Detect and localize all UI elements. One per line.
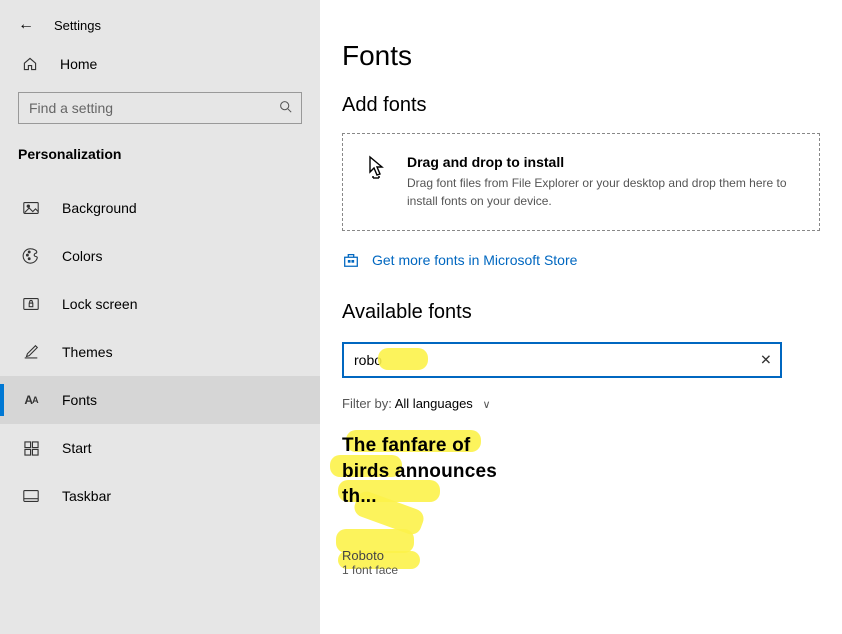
home-nav[interactable]: Home	[0, 48, 320, 80]
chevron-down-icon: ∨	[482, 399, 490, 411]
filter-value: All languages	[395, 396, 473, 411]
sidebar-search-container	[18, 92, 302, 124]
page-title: Fonts	[342, 40, 820, 72]
cursor-drop-icon	[363, 154, 391, 210]
drop-title: Drag and drop to install	[407, 154, 799, 170]
start-icon	[22, 439, 40, 457]
font-name: Roboto	[342, 548, 512, 563]
sidebar-item-label: Fonts	[62, 392, 97, 408]
font-search-container: ✕	[342, 342, 820, 378]
nav-list: Background Colors Lock screen	[0, 184, 320, 520]
fonts-icon: AA	[22, 391, 40, 409]
store-link[interactable]: Get more fonts in Microsoft Store	[342, 251, 820, 269]
sidebar: ← Settings Home Personalization Backgrou…	[0, 0, 320, 634]
sidebar-search-input[interactable]	[18, 92, 302, 124]
filter-row[interactable]: Filter by: All languages ∨	[342, 396, 820, 411]
store-link-text: Get more fonts in Microsoft Store	[372, 252, 577, 268]
sidebar-item-label: Lock screen	[62, 296, 137, 312]
sidebar-item-label: Background	[62, 200, 137, 216]
font-preview-text: The fanfare of birds announces th...	[342, 433, 512, 510]
add-fonts-heading: Add fonts	[342, 94, 820, 117]
palette-icon	[22, 247, 40, 265]
lockscreen-icon	[22, 295, 40, 313]
drop-text: Drag and drop to install Drag font files…	[407, 154, 799, 210]
sidebar-item-label: Colors	[62, 248, 102, 264]
sidebar-item-fonts[interactable]: AA Fonts	[0, 376, 320, 424]
main-content: Fonts Add fonts Drag and drop to install…	[320, 0, 842, 634]
font-faces: 1 font face	[342, 563, 512, 577]
back-icon[interactable]: ←	[18, 16, 34, 34]
sidebar-item-themes[interactable]: Themes	[0, 328, 320, 376]
sidebar-item-background[interactable]: Background	[0, 184, 320, 232]
taskbar-icon	[22, 487, 40, 505]
sidebar-item-lockscreen[interactable]: Lock screen	[0, 280, 320, 328]
sidebar-item-label: Themes	[62, 344, 113, 360]
home-label: Home	[60, 56, 97, 72]
store-icon	[342, 251, 360, 269]
drop-desc: Drag font files from File Explorer or yo…	[407, 174, 799, 210]
header-row: ← Settings	[0, 12, 320, 48]
sidebar-item-colors[interactable]: Colors	[0, 232, 320, 280]
sidebar-item-taskbar[interactable]: Taskbar	[0, 472, 320, 520]
font-card-roboto[interactable]: The fanfare of birds announces th... Rob…	[342, 433, 512, 577]
filter-label: Filter by:	[342, 396, 392, 411]
settings-title: Settings	[54, 18, 101, 33]
picture-icon	[22, 199, 40, 217]
drop-target[interactable]: Drag and drop to install Drag font files…	[342, 133, 820, 231]
sidebar-item-start[interactable]: Start	[0, 424, 320, 472]
themes-icon	[22, 343, 40, 361]
sidebar-item-label: Taskbar	[62, 488, 111, 504]
available-fonts-heading: Available fonts	[342, 301, 820, 324]
clear-icon[interactable]: ✕	[760, 352, 772, 369]
home-icon	[22, 56, 38, 72]
section-personalization: Personalization	[0, 140, 320, 174]
sidebar-item-label: Start	[62, 440, 92, 456]
